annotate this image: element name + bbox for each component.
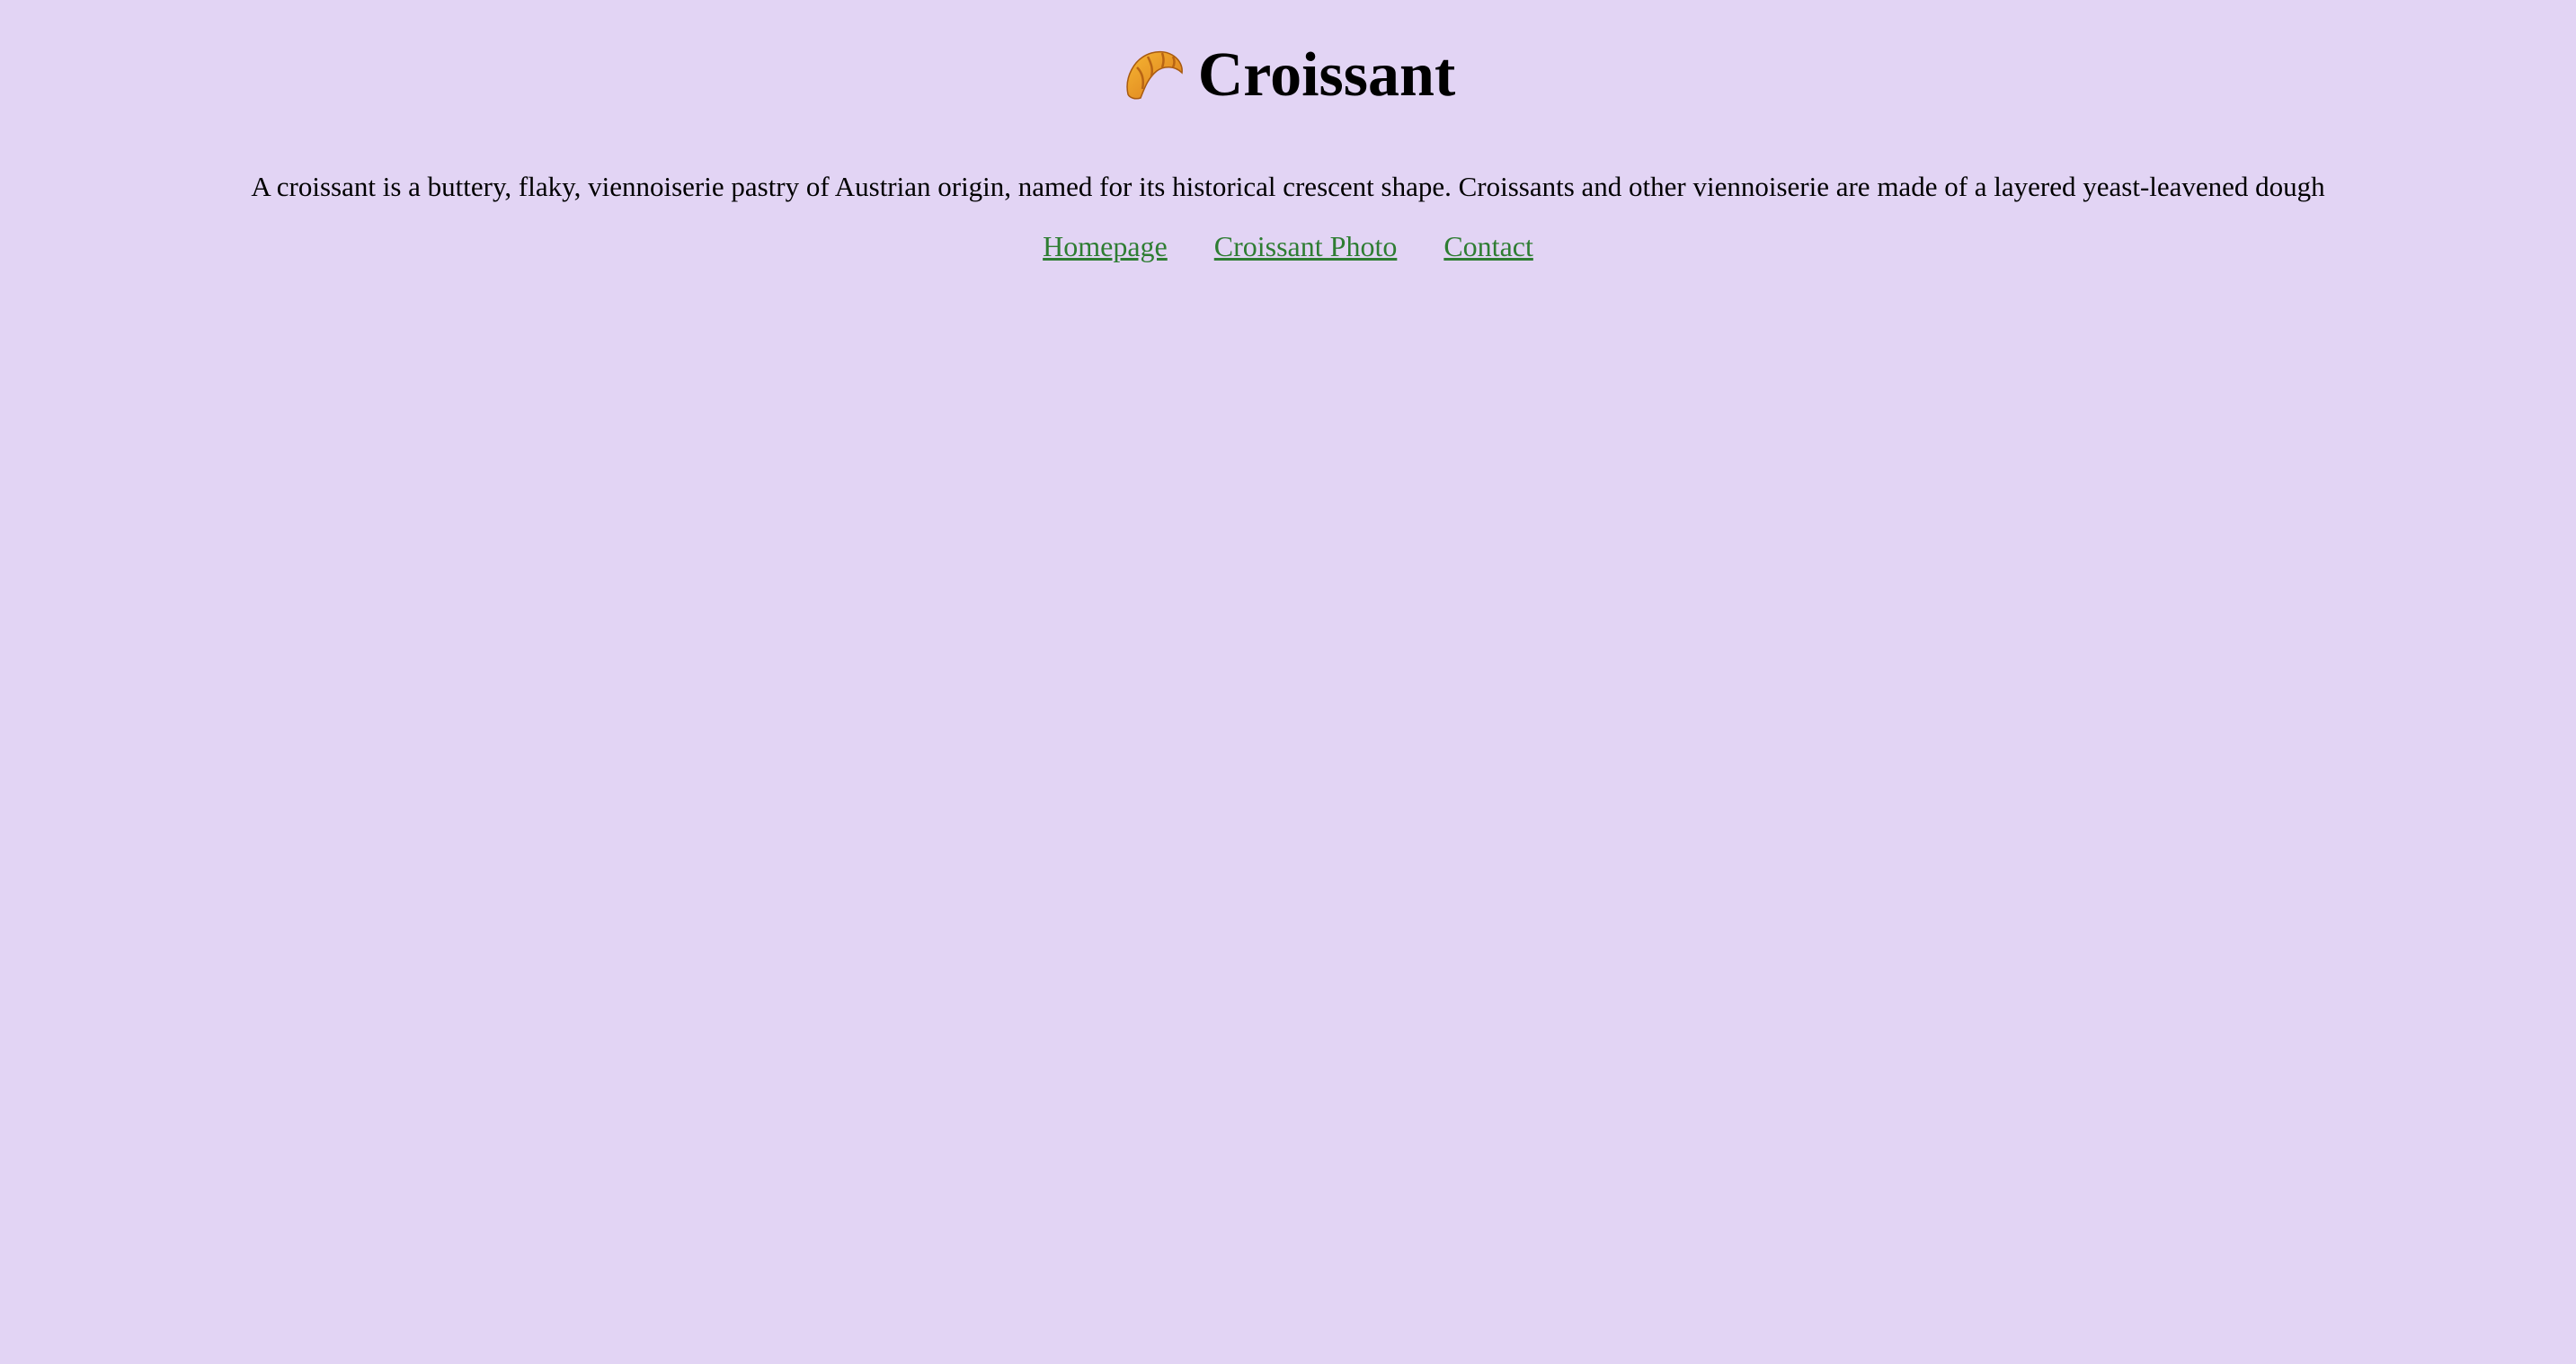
contact-link[interactable]: Contact	[1443, 230, 1533, 262]
page-title: Croissant	[1197, 40, 1456, 110]
page: Croissant A croissant is a buttery, flak…	[0, 0, 2576, 1364]
homepage-link[interactable]: Homepage	[1043, 230, 1168, 262]
nav-links: Homepage Croissant Photo Contact	[0, 228, 2576, 264]
title-row: Croissant	[0, 36, 2576, 115]
croissant-icon	[1121, 42, 1187, 109]
description: A croissant is a buttery, flaky, viennoi…	[251, 171, 2325, 202]
croissant-photo-link[interactable]: Croissant Photo	[1214, 230, 1398, 262]
